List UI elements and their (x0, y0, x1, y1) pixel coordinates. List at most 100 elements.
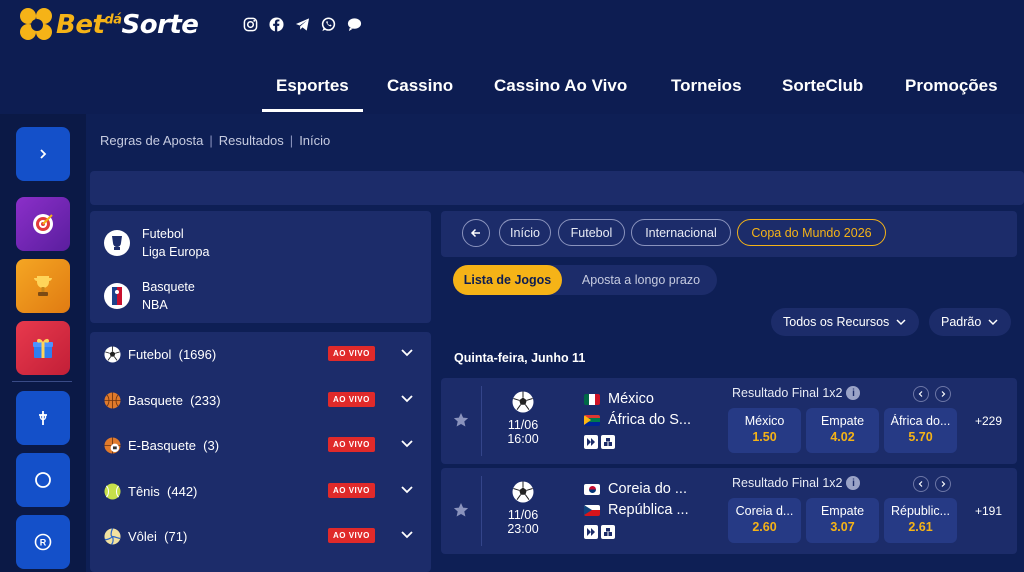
stats-icon (601, 435, 615, 449)
info-icon[interactable]: i (846, 476, 861, 490)
favorite-league: NBA (142, 298, 168, 312)
filter-inicio[interactable]: Início (499, 219, 551, 246)
home-team: México (584, 391, 654, 407)
odd-label: Coreia d... (735, 504, 794, 518)
gift-button[interactable] (16, 321, 70, 375)
odd-value: 3.07 (830, 520, 855, 534)
favorite-sport: Futebol (142, 227, 184, 241)
odd-value: 1.50 (752, 430, 777, 444)
breadcrumb: Regras de Aposta | Resultados | Início (100, 133, 330, 148)
breadcrumb-results[interactable]: Resultados (219, 133, 284, 148)
odd-button-home[interactable]: México 1.50 (728, 408, 801, 453)
away-team: África do S... (584, 412, 691, 428)
market-title: Resultado Final 1x2 i (732, 386, 861, 400)
match-date: 11/06 (507, 418, 539, 432)
mexico-flag-icon (584, 393, 600, 405)
sport-item-e-basquete[interactable]: E-Basquete (3) AO VIVO (104, 434, 424, 456)
sort-dropdown[interactable]: Padrão (929, 308, 1012, 336)
chevron-down-icon (401, 531, 413, 539)
stats-icon (601, 525, 615, 539)
sport-item-basquete[interactable]: Basquete (233) AO VIVO (104, 389, 424, 411)
sport-item-tenis[interactable]: Tênis (442) AO VIVO (104, 480, 424, 502)
instagram-icon[interactable] (242, 16, 258, 32)
rail-divider (12, 381, 72, 382)
chevron-down-icon (401, 440, 413, 448)
nav-esportes[interactable]: Esportes (262, 76, 363, 112)
whatsapp-icon[interactable] (320, 16, 336, 32)
tournaments-button[interactable] (16, 259, 70, 313)
facebook-icon[interactable] (268, 16, 284, 32)
tab-lista-de-jogos[interactable]: Lista de Jogos (453, 265, 562, 295)
back-button[interactable] (462, 219, 490, 247)
rail-icon-button-1[interactable] (16, 391, 70, 445)
favorite-sport: Basquete (142, 280, 195, 294)
next-market-button[interactable] (935, 476, 951, 492)
chat-icon[interactable] (346, 16, 362, 32)
arrow-left-icon (470, 228, 480, 238)
market-nav (913, 386, 951, 402)
odd-button-draw[interactable]: Empate 3.07 (806, 498, 879, 543)
south-korea-flag-icon (584, 483, 600, 495)
nav-sorteclub[interactable]: SorteClub (782, 76, 863, 96)
market-name: Resultado Final 1x2 (732, 386, 843, 400)
top-info-bar (90, 171, 1024, 205)
filter-futebol[interactable]: Futebol (558, 219, 625, 246)
sport-name: E-Basquete (3) (128, 437, 220, 453)
date-heading: Quinta-feira, Junho 11 (454, 351, 586, 365)
rail-icon-button-3[interactable]: R (16, 515, 70, 569)
view-tabs: Lista de Jogos Aposta a longo prazo (453, 265, 717, 295)
odd-button-draw[interactable]: Empate 4.02 (806, 408, 879, 453)
logo[interactable]: BetdáSorte (20, 8, 199, 42)
sport-item-futebol[interactable]: Futebol (1696) AO VIVO (104, 343, 424, 365)
prev-market-button[interactable] (913, 386, 929, 402)
favorite-liga-europa[interactable]: Futebol Liga Europa (104, 225, 209, 261)
favorite-leagues: Futebol Liga Europa Basquete NBA (90, 211, 431, 323)
breadcrumb-separator: | (289, 133, 294, 148)
prev-market-button[interactable] (913, 476, 929, 492)
filter-copa-do-mundo[interactable]: Copa do Mundo 2026 (737, 219, 886, 246)
market-name: Resultado Final 1x2 (732, 476, 843, 490)
next-market-button[interactable] (935, 386, 951, 402)
more-markets-link[interactable]: +229 (975, 414, 1002, 428)
favorite-nba[interactable]: Basquete NBA (104, 278, 195, 314)
soccer-ball-icon (104, 345, 121, 363)
resources-dropdown[interactable]: Todos os Recursos (771, 308, 920, 336)
sort-dropdown-label: Padrão (941, 315, 982, 329)
sport-item-volei[interactable]: Vôlei (71) AO VIVO (104, 525, 424, 547)
breadcrumb-separator: | (209, 133, 213, 148)
nav-cassino-ao-vivo[interactable]: Cassino Ao Vivo (494, 76, 627, 96)
odd-button-away[interactable]: Républic... 2.61 (884, 498, 957, 543)
match-datetime: 11/06 16:00 (497, 418, 549, 446)
circle-icon (35, 472, 51, 488)
filter-bar: Início Futebol Internacional Copa do Mun… (441, 211, 1017, 257)
home-team-name: México (608, 391, 654, 407)
more-markets-link[interactable]: +191 (975, 504, 1002, 518)
telegram-icon[interactable] (294, 16, 310, 32)
nav-torneios[interactable]: Torneios (671, 76, 742, 96)
tab-aposta-longo-prazo[interactable]: Aposta a longo prazo (567, 265, 715, 295)
odd-button-home[interactable]: Coreia d... 2.60 (728, 498, 801, 543)
divider (481, 386, 482, 456)
expand-rail-button[interactable] (16, 127, 70, 181)
favorite-star-icon (453, 413, 469, 427)
e-basketball-icon (104, 436, 121, 454)
nav-promocoes[interactable]: Promoções (905, 76, 998, 96)
info-icon[interactable]: i (846, 386, 861, 400)
south-africa-flag-icon (584, 414, 600, 426)
filter-internacional[interactable]: Internacional (631, 219, 731, 246)
match-card[interactable]: 11/06 16:00 México África do S... Result… (441, 378, 1017, 464)
target-icon (33, 214, 53, 234)
breadcrumb-home[interactable]: Início (299, 133, 330, 148)
live-badge: AO VIVO (328, 392, 375, 407)
target-promo-button[interactable] (16, 197, 70, 251)
rail-icon-button-2[interactable] (16, 453, 70, 507)
breadcrumb-betting-rules[interactable]: Regras de Aposta (100, 133, 203, 148)
away-team-name: África do S... (608, 412, 692, 428)
resources-dropdown-label: Todos os Recursos (783, 315, 890, 329)
nav-cassino[interactable]: Cassino (387, 76, 453, 96)
away-team-name: República ... (608, 502, 689, 518)
odd-button-away[interactable]: África do... 5.70 (884, 408, 957, 453)
market-nav (913, 476, 951, 492)
match-card[interactable]: 11/06 23:00 Coreia do ... República ... … (441, 468, 1017, 554)
odd-value: 5.70 (908, 430, 933, 444)
